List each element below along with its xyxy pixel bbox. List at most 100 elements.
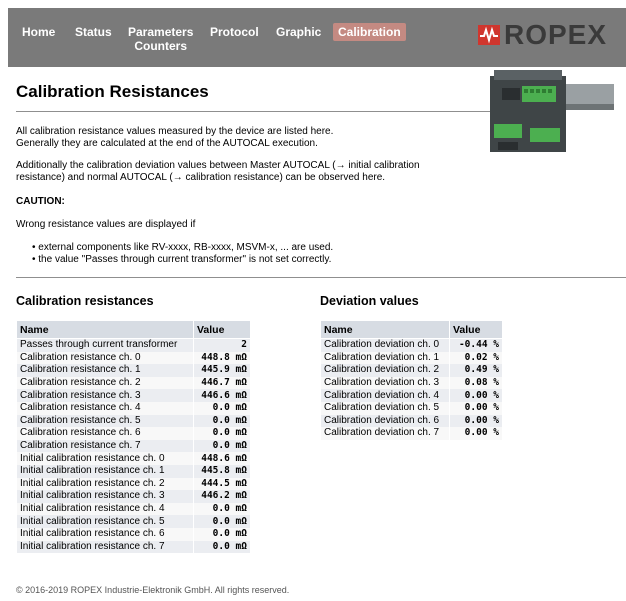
- row-name-cell: Initial calibration resistance ch. 1: [16, 464, 194, 478]
- row-name-cell: Initial calibration resistance ch. 5: [16, 515, 194, 528]
- row-value-cell: 0.00 %: [449, 389, 503, 402]
- additional-line-1: Additionally the calibration deviation v…: [16, 160, 420, 171]
- table-row: Calibration resistance ch. 6 0.0 mΩ: [16, 427, 251, 440]
- additional-line-2: resistance) and normal AUTOCAL (→ calibr…: [16, 172, 386, 183]
- caution-list-item: • external components like RV-xxxx, RB-x…: [32, 242, 334, 253]
- nav-graphic[interactable]: Graphic: [276, 25, 321, 39]
- row-value-cell: 0.08 %: [449, 376, 503, 390]
- table-row: Calibration deviation ch. 3 0.08 %: [320, 376, 503, 390]
- row-name-cell: Passes through current transformer: [16, 338, 194, 352]
- table-row: Calibration deviation ch. 0 -0.44 %: [320, 338, 503, 352]
- device-image: [490, 70, 614, 152]
- caution-heading: CAUTION:: [16, 196, 65, 207]
- row-name-cell: Calibration deviation ch. 0: [320, 338, 450, 352]
- ropex-logo: ROPEX: [478, 19, 607, 50]
- deviation-values-heading: Deviation values: [320, 294, 419, 308]
- row-value-cell: 0.00 %: [449, 414, 503, 428]
- row-name-cell: Initial calibration resistance ch. 2: [16, 477, 194, 491]
- row-value-cell: 0.0 mΩ: [193, 401, 251, 415]
- row-name-cell: Calibration resistance ch. 6: [16, 427, 194, 440]
- table-row: Calibration resistance ch. 4 0.0 mΩ: [16, 401, 251, 415]
- table-header-row: Name Value: [320, 320, 503, 339]
- row-value-cell: 448.8 mΩ: [193, 351, 251, 365]
- row-name-cell: Calibration resistance ch. 0: [16, 351, 194, 365]
- row-name-cell: Calibration deviation ch. 3: [320, 376, 450, 390]
- table-row: Initial calibration resistance ch. 3 446.…: [16, 490, 251, 503]
- page-title: Calibration Resistances: [16, 82, 209, 101]
- wrong-values-text: Wrong resistance values are displayed if: [16, 219, 196, 230]
- row-value-cell: 446.7 mΩ: [193, 376, 251, 390]
- row-value-cell: 448.6 mΩ: [193, 452, 251, 465]
- row-name-cell: Calibration deviation ch. 1: [320, 351, 450, 365]
- table-row: Calibration resistance ch. 0 448.8 mΩ: [16, 351, 251, 365]
- section-divider: [16, 277, 626, 278]
- row-value-cell: 2: [193, 338, 251, 352]
- ropex-wave-icon: [478, 25, 500, 45]
- row-name-cell: Calibration resistance ch. 7: [16, 439, 194, 453]
- additional-paragraph: Additionally the calibration deviation v…: [16, 160, 420, 184]
- intro-line-1: All calibration resistance values measur…: [16, 126, 334, 137]
- table-row: Calibration resistance ch. 3 446.6 mΩ: [16, 389, 251, 402]
- title-divider: [16, 111, 492, 112]
- nav-status[interactable]: Status: [75, 25, 112, 39]
- row-name-cell: Calibration resistance ch. 3: [16, 389, 194, 402]
- row-value-cell: 0.49 %: [449, 364, 503, 377]
- row-value-cell: 445.8 mΩ: [193, 464, 251, 478]
- column-header-value: Value: [193, 320, 251, 339]
- table-row: Initial calibration resistance ch. 6 0.0 …: [16, 527, 251, 541]
- table-row: Calibration deviation ch. 4 0.00 %: [320, 389, 503, 402]
- row-name-cell: Initial calibration resistance ch. 0: [16, 452, 194, 465]
- row-value-cell: 445.9 mΩ: [193, 364, 251, 377]
- row-name-cell: Calibration deviation ch. 7: [320, 427, 450, 440]
- row-value-cell: 0.0 mΩ: [193, 527, 251, 541]
- row-name-cell: Initial calibration resistance ch. 4: [16, 502, 194, 516]
- row-value-cell: 0.0 mΩ: [193, 540, 251, 554]
- row-name-cell: Calibration resistance ch. 5: [16, 414, 194, 428]
- row-value-cell: 0.0 mΩ: [193, 414, 251, 428]
- caution-list-item: • the value "Passes through current tran…: [32, 254, 332, 265]
- table-row: Initial calibration resistance ch. 5 0.0 …: [16, 515, 251, 528]
- row-value-cell: 0.02 %: [449, 351, 503, 365]
- table-row: Initial calibration resistance ch. 1 445.…: [16, 464, 251, 478]
- row-name-cell: Calibration deviation ch. 5: [320, 401, 450, 415]
- nav-parameters-counters[interactable]: Parameters Counters: [128, 25, 193, 53]
- table-row: Calibration resistance ch. 7 0.0 mΩ: [16, 439, 251, 453]
- row-value-cell: 0.0 mΩ: [193, 439, 251, 453]
- intro-line-2: Generally they are calculated at the end…: [16, 138, 318, 149]
- caution-item-text: external components like RV-xxxx, RB-xxx…: [38, 242, 334, 253]
- row-value-cell: 0.0 mΩ: [193, 427, 251, 440]
- column-header-name: Name: [16, 320, 194, 339]
- row-value-cell: 0.00 %: [449, 427, 503, 440]
- table-header-row: Name Value: [16, 320, 251, 339]
- row-name-cell: Initial calibration resistance ch. 3: [16, 490, 194, 503]
- table-row: Initial calibration resistance ch. 0 448.…: [16, 452, 251, 465]
- intro-paragraph: All calibration resistance values measur…: [16, 126, 333, 150]
- row-value-cell: 444.5 mΩ: [193, 477, 251, 491]
- row-name-cell: Calibration deviation ch. 2: [320, 364, 450, 377]
- calibration-resistances-heading: Calibration resistances: [16, 294, 154, 308]
- table-row: Calibration resistance ch. 1 445.9 mΩ: [16, 364, 251, 377]
- table-row: Initial calibration resistance ch. 2 444.…: [16, 477, 251, 491]
- calibration-resistances-table: Name Value Passes through current transf…: [16, 320, 251, 554]
- table-row: Initial calibration resistance ch. 4 0.0 …: [16, 502, 251, 516]
- table-row: Initial calibration resistance ch. 7 0.0 …: [16, 540, 251, 554]
- caution-list: • external components like RV-xxxx, RB-x…: [32, 242, 333, 266]
- copyright-footer: © 2016-2019 ROPEX Industrie-Elektronik G…: [16, 585, 290, 595]
- row-value-cell: -0.44 %: [449, 338, 503, 352]
- table-row: Calibration resistance ch. 5 0.0 mΩ: [16, 414, 251, 428]
- nav-calibration[interactable]: Calibration: [333, 23, 406, 41]
- row-value-cell: 446.2 mΩ: [193, 490, 251, 503]
- table-row: Calibration deviation ch. 2 0.49 %: [320, 364, 503, 377]
- row-name-cell: Calibration resistance ch. 2: [16, 376, 194, 390]
- nav-protocol[interactable]: Protocol: [210, 25, 259, 39]
- row-value-cell: 446.6 mΩ: [193, 389, 251, 402]
- table-row: Calibration resistance ch. 2 446.7 mΩ: [16, 376, 251, 390]
- table-row: Calibration deviation ch. 5 0.00 %: [320, 401, 503, 415]
- row-name-cell: Initial calibration resistance ch. 6: [16, 527, 194, 541]
- column-header-name: Name: [320, 320, 450, 339]
- nav-home[interactable]: Home: [22, 25, 55, 39]
- row-name-cell: Initial calibration resistance ch. 7: [16, 540, 194, 554]
- nav-counters-label: Counters: [134, 39, 188, 53]
- nav-parameters-label: Parameters: [128, 25, 194, 39]
- row-value-cell: 0.0 mΩ: [193, 515, 251, 528]
